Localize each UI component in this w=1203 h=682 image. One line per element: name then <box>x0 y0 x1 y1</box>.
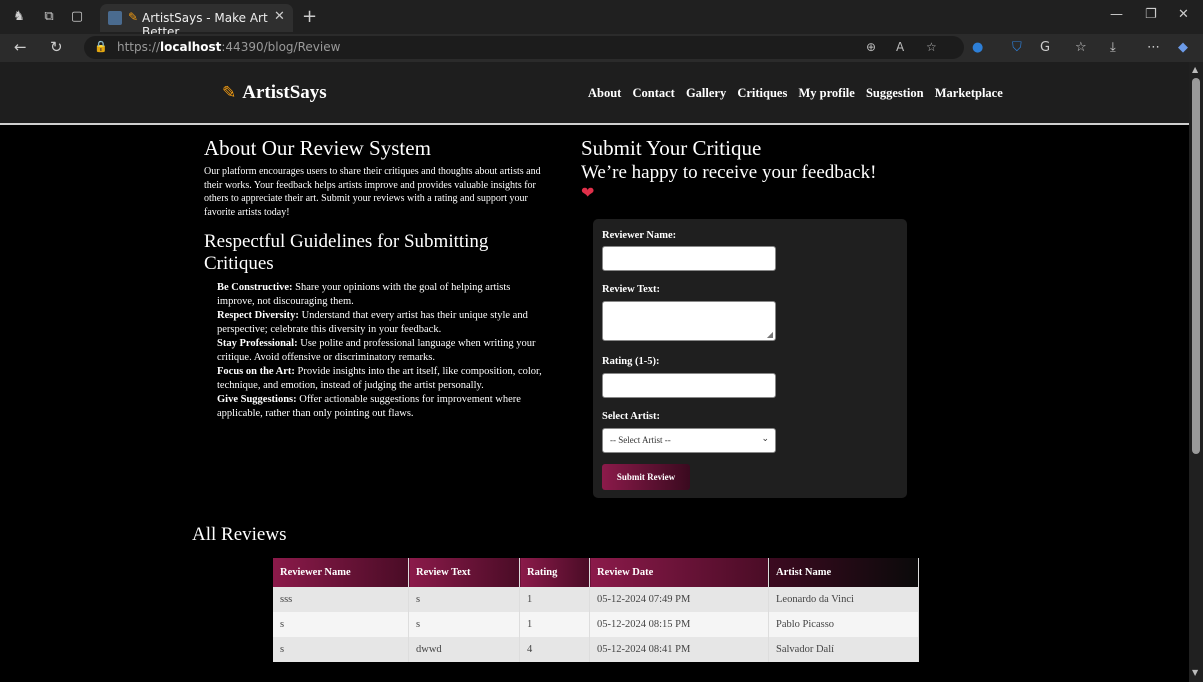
select-artist-label: Select Artist: <box>602 411 661 422</box>
nav-suggestion[interactable]: Suggestion <box>866 86 924 100</box>
scroll-up-icon[interactable]: ▲ <box>1192 65 1198 74</box>
refresh-icon[interactable]: ↻ <box>50 38 63 56</box>
critique-section: Submit Your Critique We’re happy to rece… <box>581 136 921 202</box>
guideline-item: Respect Diversity: Understand that every… <box>217 310 528 335</box>
cell: s <box>408 587 520 612</box>
download-icon[interactable]: ⤓ <box>1110 40 1116 55</box>
cell: dwwd <box>408 637 520 662</box>
browser-tab-bar: ♞ ⧉ ▢ ✎ ArtistSays - Make Art Better ✕ +… <box>0 0 1203 39</box>
page-scrollbar[interactable]: ▲ ▼ <box>1189 62 1203 682</box>
guideline-item: Focus on the Art: Provide insights into … <box>217 366 542 391</box>
cell: 1 <box>519 612 590 637</box>
shield-icon[interactable]: ⛉ <box>1012 40 1022 55</box>
cell: 05-12-2024 07:49 PM <box>589 587 769 612</box>
minimize-icon[interactable]: — <box>1110 7 1123 22</box>
tab-actions-icon[interactable]: ▢ <box>68 8 86 26</box>
new-tab-icon[interactable]: + <box>302 6 317 27</box>
rating-input[interactable] <box>602 373 776 398</box>
guideline-item: Stay Professional: Use polite and profes… <box>217 338 536 363</box>
guideline-item: Give Suggestions: Offer actionable sugge… <box>217 394 521 419</box>
heart-icon: ❤ <box>581 183 595 202</box>
column-header: Rating <box>519 558 590 587</box>
nav-my-profile[interactable]: My profile <box>798 86 854 100</box>
cell: sss <box>273 587 409 612</box>
resize-handle-icon[interactable]: ◢ <box>767 330 773 339</box>
reviewer-name-input[interactable] <box>602 246 776 271</box>
nav-critiques[interactable]: Critiques <box>737 86 787 100</box>
copilot-icon[interactable]: ◆ <box>1178 40 1188 55</box>
submit-review-button[interactable]: Submit Review <box>602 464 690 490</box>
reviews-table: Reviewer Name Review Text Rating Review … <box>273 558 919 662</box>
table-row: s dwwd 4 05-12-2024 08:41 PM Salvador Da… <box>273 637 919 662</box>
address-bar[interactable]: 🔒 https://localhost:44390/blog/Review ⊕ … <box>84 36 964 59</box>
cell: Salvador Dalí <box>768 637 919 662</box>
cell: s <box>273 612 409 637</box>
lock-icon: 🔒 <box>94 40 108 53</box>
restore-icon[interactable]: ❐ <box>1145 7 1157 22</box>
all-reviews-title: All Reviews <box>192 524 287 545</box>
table-row: s s 1 05-12-2024 08:15 PM Pablo Picasso <box>273 612 919 637</box>
nav-gallery[interactable]: Gallery <box>686 86 726 100</box>
guidelines-list: Be Constructive: Share your opinions wit… <box>217 281 547 421</box>
favorite-star-icon[interactable]: ☆ <box>926 40 937 54</box>
cell: 1 <box>519 587 590 612</box>
review-text-label: Review Text: <box>602 284 661 295</box>
scrollbar-thumb[interactable] <box>1192 78 1200 454</box>
cell: 05-12-2024 08:41 PM <box>589 637 769 662</box>
url-text[interactable]: https://localhost:44390/blog/Review <box>117 40 340 54</box>
page: ✎ ArtistSays About Contact Gallery Critiq… <box>0 62 1189 682</box>
nav-about[interactable]: About <box>588 86 621 100</box>
artist-select[interactable]: -- Select Artist -- ⌄ <box>602 428 776 453</box>
extension-icon[interactable]: ● <box>972 40 983 55</box>
critique-title: Submit Your Critique <box>581 136 762 160</box>
review-form: Reviewer Name: Review Text: ◢ Rating (1-… <box>593 219 907 498</box>
guidelines-title: Respectful Guidelines for Submitting Cri… <box>204 231 489 274</box>
rating-label: Rating (1-5): <box>602 356 660 367</box>
column-header: Review Date <box>589 558 769 587</box>
chevron-down-icon: ⌄ <box>761 434 769 444</box>
cell: s <box>408 612 520 637</box>
close-tab-icon[interactable]: ✕ <box>274 9 285 24</box>
cell: Pablo Picasso <box>768 612 919 637</box>
profile-icon[interactable]: ♞ <box>10 8 28 26</box>
address-bar-row: ← ↻ 🔒 https://localhost:44390/blog/Revie… <box>0 34 1203 62</box>
tab-favicon-icon <box>108 11 122 25</box>
scroll-down-icon[interactable]: ▼ <box>1192 668 1198 677</box>
guideline-item: Be Constructive: Share your opinions wit… <box>217 282 511 307</box>
cell: 4 <box>519 637 590 662</box>
column-header: Review Text <box>408 558 520 587</box>
workspaces-icon[interactable]: ⧉ <box>40 8 58 26</box>
review-text-input[interactable]: ◢ <box>602 301 776 341</box>
nav-marketplace[interactable]: Marketplace <box>935 86 1003 100</box>
browser-tab[interactable]: ✎ ArtistSays - Make Art Better ✕ <box>100 4 293 39</box>
cell: Leonardo da Vinci <box>768 587 919 612</box>
more-icon[interactable]: ⋯ <box>1147 40 1160 55</box>
back-icon[interactable]: ← <box>14 38 27 56</box>
column-header: Artist Name <box>768 558 919 587</box>
cell: 05-12-2024 08:15 PM <box>589 612 769 637</box>
site-brand[interactable]: ✎ ArtistSays <box>222 82 327 104</box>
close-window-icon[interactable]: ✕ <box>1178 7 1189 22</box>
site-nav: About Contact Gallery Critiques My profi… <box>588 86 1011 101</box>
site-header: ✎ ArtistSays About Contact Gallery Critiq… <box>0 62 1189 125</box>
critique-subtitle: We’re happy to receive your feedback! <box>581 162 877 183</box>
zoom-icon[interactable]: ⊕ <box>866 40 876 54</box>
favorites-icon[interactable]: ☆ <box>1075 40 1087 55</box>
cell: s <box>273 637 409 662</box>
nav-contact[interactable]: Contact <box>632 86 674 100</box>
pencil-icon: ✎ <box>222 83 237 103</box>
reviewer-name-label: Reviewer Name: <box>602 230 677 241</box>
read-aloud-icon[interactable]: A <box>896 40 904 54</box>
about-text: Our platform encourages users to share t… <box>204 166 541 218</box>
column-header: Reviewer Name <box>273 558 409 587</box>
pencil-icon: ✎ <box>128 10 139 24</box>
about-title: About Our Review System <box>204 136 431 160</box>
refresh-extension-icon[interactable]: G <box>1040 40 1050 55</box>
about-section: About Our Review System Our platform enc… <box>204 136 549 421</box>
table-row: sss s 1 05-12-2024 07:49 PM Leonardo da … <box>273 587 919 612</box>
